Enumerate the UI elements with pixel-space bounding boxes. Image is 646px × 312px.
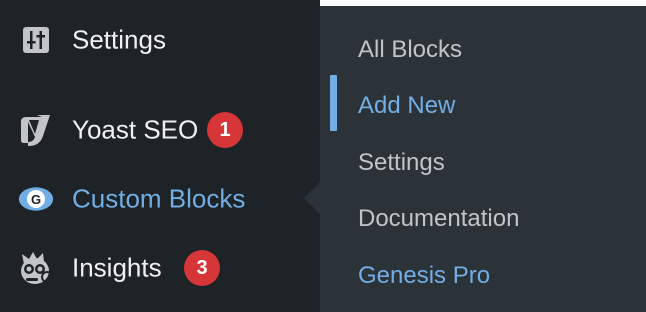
notification-badge: 3 — [184, 250, 220, 286]
admin-sidebar: Settings Yoast SEO 1 G Custom Blocks Ins… — [0, 0, 320, 312]
submenu-item-genesis-pro[interactable]: Genesis Pro — [358, 262, 490, 290]
sidebar-item-label: Insights — [72, 252, 162, 283]
sidebar-item-insights[interactable]: Insights 3 — [0, 240, 320, 296]
sidebar-item-label: Yoast SEO — [72, 114, 199, 145]
submenu-item-add-new[interactable]: Add New — [358, 92, 455, 120]
sidebar-item-custom-blocks[interactable]: G Custom Blocks — [0, 171, 320, 227]
custom-blocks-icon: G — [18, 181, 54, 217]
active-item-indicator — [330, 75, 337, 131]
submenu-item-all-blocks[interactable]: All Blocks — [358, 36, 462, 64]
settings-sliders-icon — [18, 22, 54, 58]
submenu-item-documentation[interactable]: Documentation — [358, 205, 519, 233]
sidebar-item-yoast-seo[interactable]: Yoast SEO 1 — [0, 102, 320, 158]
insights-mascot-icon — [18, 250, 54, 286]
sidebar-item-label: Settings — [72, 24, 166, 55]
notification-badge: 1 — [207, 112, 243, 148]
sidebar-item-settings[interactable]: Settings — [0, 12, 320, 68]
yoast-icon — [18, 112, 54, 148]
submenu-top-edge — [320, 0, 646, 6]
custom-blocks-submenu: All Blocks Add New Settings Documentatio… — [320, 0, 646, 312]
sidebar-item-label: Custom Blocks — [72, 183, 246, 214]
submenu-item-settings[interactable]: Settings — [358, 149, 445, 177]
custom-blocks-icon-letter: G — [30, 191, 42, 207]
submenu-pointer — [304, 182, 320, 214]
